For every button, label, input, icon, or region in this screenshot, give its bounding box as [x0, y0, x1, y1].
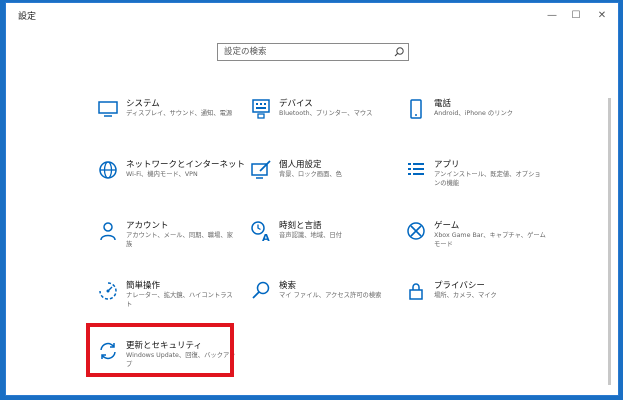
- tile-label: ネットワークとインターネット: [126, 160, 246, 170]
- tile-time-language[interactable]: A 時刻と言語 音声認識、地域、日付: [249, 219, 399, 259]
- xbox-icon: [404, 219, 428, 243]
- tile-description: アンインストール、既定値、オプションの機能: [434, 171, 541, 187]
- tile-label: デバイス: [279, 99, 313, 109]
- time-language-icon: A: [249, 219, 273, 244]
- tile-description: Bluetooth、プリンター、マウス: [279, 110, 373, 117]
- keyboard-icon: [249, 97, 273, 121]
- globe-icon: [96, 158, 120, 182]
- tile-label: 検索: [279, 281, 297, 291]
- svg-text:A: A: [262, 233, 270, 243]
- monitor-icon: [96, 97, 120, 121]
- vertical-scrollbar[interactable]: [608, 98, 611, 385]
- tile-label: 電話: [434, 99, 452, 109]
- tile-label: 時刻と言語: [279, 221, 322, 231]
- tile-description: Wi-Fi、機内モード、VPN: [126, 171, 198, 178]
- tile-label: 簡単操作: [126, 281, 161, 291]
- tile-description: アカウント、メール、同期、職場、家族: [126, 232, 233, 248]
- tile-personalization[interactable]: 個人用設定 背景、ロック画面、色: [249, 158, 399, 198]
- person-icon: [96, 219, 120, 243]
- tile-label: プライバシー: [434, 281, 485, 291]
- tile-label: システム: [126, 99, 160, 109]
- tile-description: ナレーター、拡大鏡、ハイコントラスト: [126, 292, 233, 308]
- tile-description: 場所、カメラ、マイク: [434, 292, 497, 299]
- settings-window: 設定 — ☐ ✕ システム ディスプレイ、サウンド、通知、電源 デバイス Blu…: [6, 3, 618, 395]
- phone-icon: [404, 97, 428, 121]
- ease-of-access-icon: [96, 279, 120, 303]
- tile-description: Android、iPhone のリンク: [434, 110, 514, 117]
- tile-phone[interactable]: 電話 Android、iPhone のリンク: [404, 97, 554, 137]
- personalization-icon: [249, 158, 273, 182]
- tile-ease-of-access[interactable]: 簡単操作 ナレーター、拡大鏡、ハイコントラスト: [96, 279, 246, 319]
- tile-label: アプリ: [434, 160, 460, 170]
- lock-icon: [404, 279, 428, 303]
- tile-description: Xbox Game Bar、キャプチャ、ゲーム モード: [434, 232, 546, 248]
- tile-gaming[interactable]: ゲーム Xbox Game Bar、キャプチャ、ゲーム モード: [404, 219, 554, 259]
- tile-network[interactable]: ネットワークとインターネット Wi-Fi、機内モード、VPN: [96, 158, 246, 198]
- tile-apps[interactable]: アプリ アンインストール、既定値、オプションの機能: [404, 158, 554, 198]
- tile-label: ゲーム: [434, 221, 460, 231]
- apps-list-icon: [404, 158, 428, 182]
- tile-description: マイ ファイル、アクセス許可の検索: [279, 292, 382, 299]
- tile-privacy[interactable]: プライバシー 場所、カメラ、マイク: [404, 279, 554, 319]
- tile-accounts[interactable]: アカウント アカウント、メール、同期、職場、家族: [96, 219, 246, 259]
- tile-label: 個人用設定: [279, 160, 322, 170]
- search-icon: [249, 279, 273, 303]
- highlight-box: [86, 323, 234, 377]
- tile-description: ディスプレイ、サウンド、通知、電源: [126, 110, 233, 117]
- tile-system[interactable]: システム ディスプレイ、サウンド、通知、電源: [96, 97, 246, 137]
- tile-search[interactable]: 検索 マイ ファイル、アクセス許可の検索: [249, 279, 399, 319]
- tile-description: 音声認識、地域、日付: [279, 232, 342, 239]
- tile-label: アカウント: [126, 221, 169, 231]
- tile-description: 背景、ロック画面、色: [279, 171, 342, 178]
- tile-devices[interactable]: デバイス Bluetooth、プリンター、マウス: [249, 97, 399, 137]
